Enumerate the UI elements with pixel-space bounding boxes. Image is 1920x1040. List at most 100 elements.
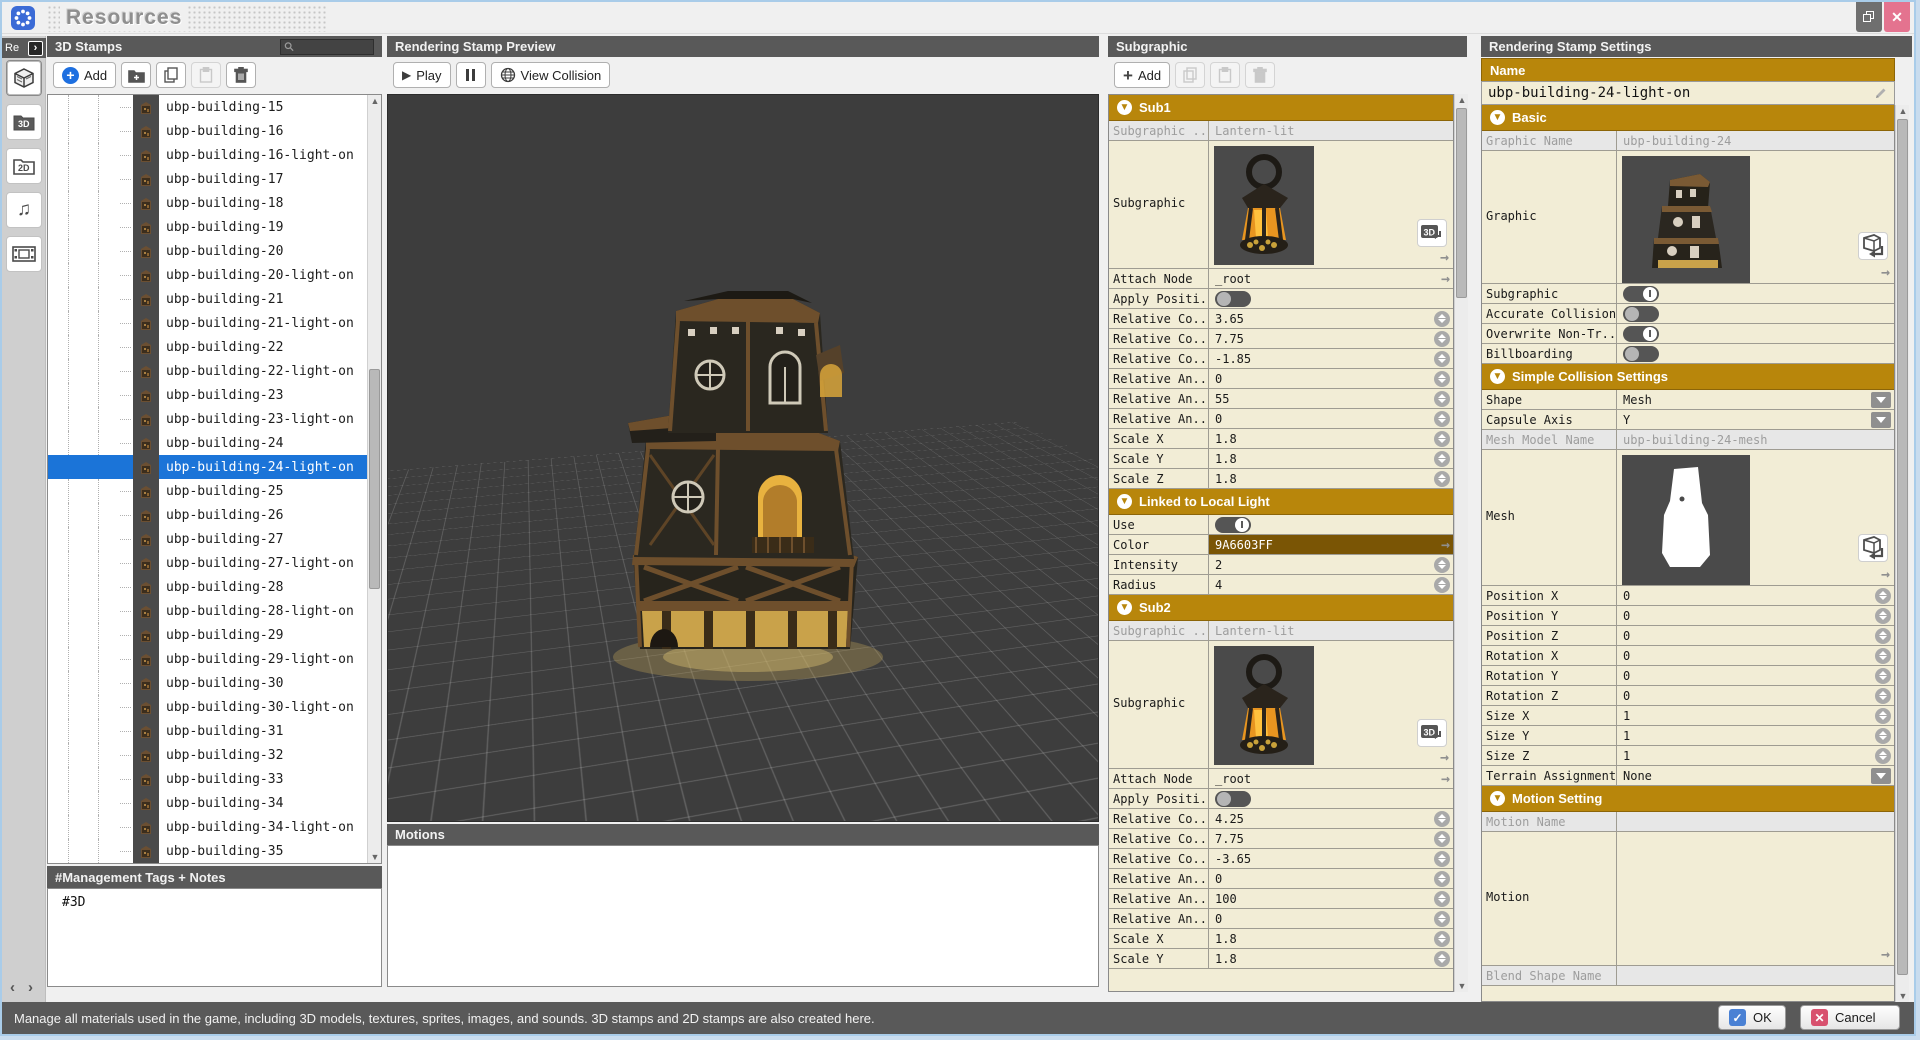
sidebar-item-2d-images[interactable]: 2D — [6, 148, 42, 184]
spinner-icon[interactable] — [1875, 648, 1891, 664]
spinner-icon[interactable] — [1875, 608, 1891, 624]
settings-scroll-thumb[interactable] — [1897, 119, 1908, 975]
spinner-icon[interactable] — [1434, 911, 1450, 927]
view-collision-button[interactable]: View Collision — [491, 62, 611, 88]
property-value[interactable]: 3D→ — [1209, 641, 1453, 768]
property-value[interactable]: 0 — [1617, 666, 1894, 685]
sidebar-item-3d-stamps[interactable] — [6, 60, 42, 96]
spinner-icon[interactable] — [1434, 951, 1450, 967]
stamp-list-item[interactable]: ubp-building-25 — [48, 479, 381, 503]
arrow-right-icon[interactable]: → — [1441, 537, 1450, 552]
stamp-list-item[interactable]: ubp-building-15 — [48, 95, 381, 119]
search-box[interactable] — [280, 39, 374, 55]
stamp-list-item[interactable]: ubp-building-35 — [48, 839, 381, 863]
stamp-list-item[interactable]: ubp-building-29 — [48, 623, 381, 647]
property-value[interactable]: Lantern-lit — [1209, 621, 1453, 640]
property-value[interactable]: 9A6603FF→ — [1209, 535, 1453, 554]
section-header[interactable]: ▼Simple Collision Settings — [1482, 364, 1894, 390]
spinner-icon[interactable] — [1434, 431, 1450, 447]
spinner-icon[interactable] — [1434, 871, 1450, 887]
stamp-list-item[interactable]: ubp-building-26 — [48, 503, 381, 527]
property-value[interactable] — [1617, 344, 1894, 363]
stamp-list-item[interactable]: ubp-building-23-light-on — [48, 407, 381, 431]
stamp-list-item[interactable]: ubp-building-16-light-on — [48, 143, 381, 167]
property-value[interactable]: 0 — [1617, 686, 1894, 705]
stamp-list-item[interactable]: ubp-building-32 — [48, 743, 381, 767]
search-input[interactable] — [294, 40, 370, 54]
paste-subgraphic-button[interactable] — [1210, 62, 1240, 88]
stamp-list-item[interactable]: ubp-building-17 — [48, 167, 381, 191]
stamp-list-item[interactable]: ubp-building-30 — [48, 671, 381, 695]
arrow-right-icon[interactable]: → — [1441, 771, 1450, 786]
property-value[interactable]: 1 — [1617, 746, 1894, 765]
stamp-list-item[interactable]: ubp-building-34-light-on — [48, 815, 381, 839]
spinner-icon[interactable] — [1434, 851, 1450, 867]
spinner-icon[interactable] — [1875, 708, 1891, 724]
spinner-icon[interactable] — [1434, 471, 1450, 487]
stamp-list-item[interactable]: ubp-building-27-light-on — [48, 551, 381, 575]
toggle-switch[interactable] — [1623, 346, 1659, 362]
scroll-up-icon[interactable]: ▲ — [1896, 105, 1910, 117]
add-subgraphic-button[interactable]: + Add — [1114, 62, 1170, 88]
property-value[interactable]: 0 — [1209, 369, 1453, 388]
toggle-switch[interactable] — [1215, 791, 1251, 807]
spinner-icon[interactable] — [1875, 688, 1891, 704]
property-value[interactable] — [1209, 515, 1453, 534]
arrow-right-icon[interactable]: → — [1440, 748, 1449, 766]
building-thumbnail[interactable] — [1622, 156, 1750, 283]
stamp-list-item[interactable]: ubp-building-24-light-on — [48, 455, 381, 479]
sidebar-item-3d-models[interactable]: 3D — [6, 104, 42, 140]
stamp-list-item[interactable]: ubp-building-23 — [48, 383, 381, 407]
spinner-icon[interactable] — [1875, 628, 1891, 644]
scroll-down-icon[interactable]: ▼ — [1896, 990, 1910, 1002]
scroll-up-icon[interactable]: ▲ — [368, 95, 382, 107]
property-value[interactable]: 0 — [1209, 909, 1453, 928]
sidebar-item-movies[interactable] — [6, 236, 42, 272]
property-value[interactable]: Y — [1617, 410, 1894, 429]
stamp-list-item[interactable]: ubp-building-34 — [48, 791, 381, 815]
property-value[interactable]: → — [1617, 450, 1894, 585]
section-header[interactable]: ▼Basic — [1482, 105, 1894, 131]
stamp-list-item[interactable]: ubp-building-21 — [48, 287, 381, 311]
property-value[interactable]: 1.8 — [1209, 449, 1453, 468]
scroll-right-icon[interactable]: › — [28, 979, 33, 996]
arrow-right-icon[interactable]: → — [1881, 565, 1890, 583]
spinner-icon[interactable] — [1434, 811, 1450, 827]
3d-model-badge-icon[interactable]: 3D — [1417, 719, 1447, 747]
section-header[interactable]: ▼Sub2 — [1109, 595, 1453, 621]
3d-model-badge-icon[interactable]: 3D — [1417, 219, 1447, 247]
spinner-icon[interactable] — [1434, 831, 1450, 847]
delete-subgraphic-button[interactable] — [1245, 62, 1275, 88]
spinner-icon[interactable] — [1875, 748, 1891, 764]
property-value[interactable]: 1.8 — [1209, 469, 1453, 488]
section-header[interactable]: ▼Linked to Local Light — [1109, 489, 1453, 515]
spinner-icon[interactable] — [1434, 351, 1450, 367]
property-value[interactable]: _root→ — [1209, 769, 1453, 788]
property-value[interactable]: 55 — [1209, 389, 1453, 408]
property-value[interactable] — [1209, 289, 1453, 308]
arrow-right-icon[interactable]: → — [1441, 271, 1450, 286]
property-value[interactable]: 4.25 — [1209, 809, 1453, 828]
stamp-list-item[interactable]: ubp-building-22 — [48, 335, 381, 359]
subgraphic-scroll-thumb[interactable] — [1456, 108, 1467, 298]
property-value[interactable] — [1617, 324, 1894, 343]
property-value[interactable]: 2 — [1209, 555, 1453, 574]
stamp-list-item[interactable]: ubp-building-16 — [48, 119, 381, 143]
spinner-icon[interactable] — [1875, 668, 1891, 684]
cancel-button[interactable]: ✕ Cancel — [1800, 1005, 1900, 1030]
lantern-thumbnail[interactable] — [1214, 646, 1314, 765]
stamp-list-item[interactable]: ubp-building-20-light-on — [48, 263, 381, 287]
arrow-right-icon[interactable]: → — [1440, 248, 1449, 266]
sidebar-item-sounds[interactable]: ♫ — [6, 192, 42, 228]
toggle-switch[interactable] — [1215, 517, 1251, 533]
maximize-button[interactable] — [1856, 2, 1882, 32]
property-value[interactable]: 1 — [1617, 726, 1894, 745]
spinner-icon[interactable] — [1434, 411, 1450, 427]
stamp-list-item[interactable]: ubp-building-31 — [48, 719, 381, 743]
stamp-list-item[interactable]: ubp-building-29-light-on — [48, 647, 381, 671]
subgraphic-scrollbar[interactable]: ▲ ▼ — [1454, 94, 1468, 992]
section-header[interactable]: ▼Motion Setting — [1482, 786, 1894, 812]
settings-scrollbar[interactable]: ▲ ▼ — [1895, 105, 1909, 1002]
property-value[interactable]: 100 — [1209, 889, 1453, 908]
play-button[interactable]: ▶ Play — [393, 62, 451, 88]
